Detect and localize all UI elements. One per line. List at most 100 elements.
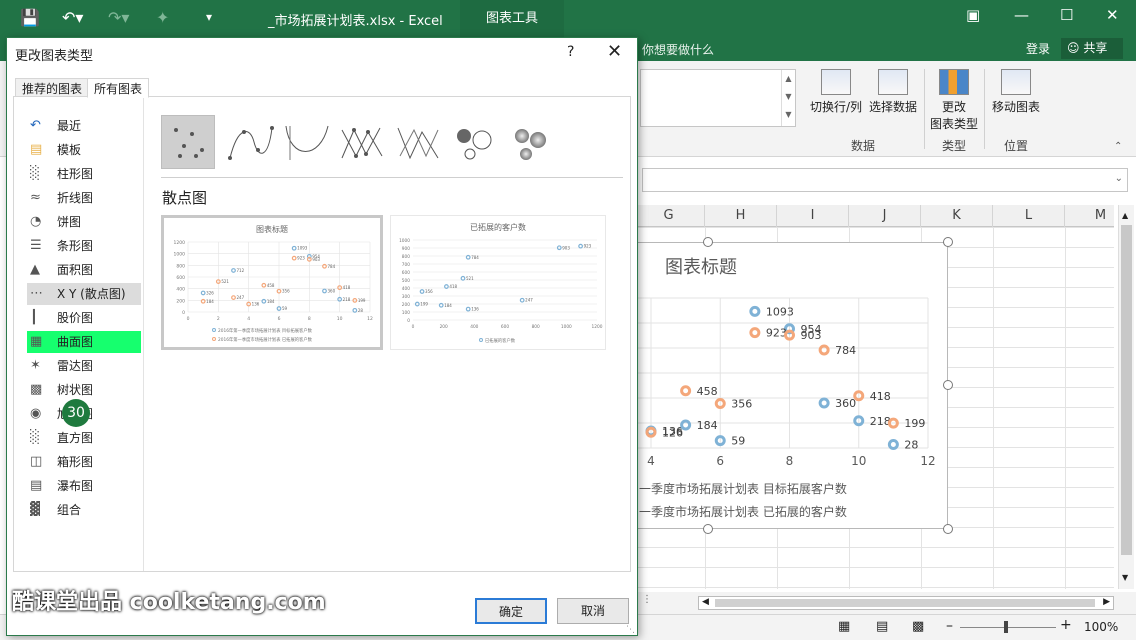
chart-tools-context-tab[interactable]: 图表工具 — [460, 0, 564, 37]
redo-icon[interactable]: ↷▾ — [108, 8, 129, 27]
subtype-scatter-straight[interactable] — [391, 115, 445, 169]
chart-preview-1[interactable]: 图表标题 0 200 400 600 800 1000 1200 0 2 4 6 8 10 12 326 712… — [161, 215, 383, 350]
subtype-scatter[interactable] — [161, 115, 215, 169]
page-layout-view-icon[interactable]: ▤ — [876, 619, 888, 634]
chart-type-label: 直方图 — [57, 431, 94, 445]
preview-2-title: 已拓展的客户数 — [470, 222, 526, 232]
area-chart-icon: ▲ — [30, 262, 40, 277]
zoom-slider-thumb[interactable] — [1004, 621, 1008, 633]
more-sheets-icon[interactable]: ⋮ — [642, 594, 652, 605]
chart-type-boxplot[interactable]: ◫ 箱形图 — [27, 451, 141, 473]
vertical-scrollbar[interactable]: ▲ ▼ — [1118, 205, 1134, 589]
close-window-icon[interactable]: ✕ — [1106, 6, 1119, 24]
chart-type-combo-chart[interactable]: ▓ 组合 — [27, 499, 141, 521]
chart-type-recent[interactable]: ↶ 最近 — [27, 115, 141, 137]
preview-1-point — [352, 307, 358, 313]
select-data-button[interactable]: 选择数据 — [866, 69, 920, 115]
switch-row-column-icon — [821, 69, 851, 95]
preview-1-xtick: 8 — [308, 316, 311, 322]
login-link[interactable]: 登录 — [1026, 40, 1050, 57]
scroll-up-icon[interactable]: ▲ — [1122, 211, 1128, 220]
chart-styles-gallery[interactable]: ▲ ▼ ▼ — [640, 69, 796, 127]
chart-type-stock-chart[interactable]: ┃ 股价图 — [27, 307, 141, 329]
chart-type-radar-chart[interactable]: ✶ 雷达图 — [27, 355, 141, 377]
chart-type-surface-chart[interactable]: ▦ 曲面图 — [27, 331, 141, 353]
cancel-button[interactable]: 取消 — [557, 598, 629, 624]
chart-type-area-chart[interactable]: ▲ 面积图 — [27, 259, 141, 281]
resize-grip-icon[interactable]: ⋱ — [626, 625, 635, 635]
ribbon-display-icon[interactable]: ▣ — [966, 6, 980, 24]
chart-xtick: 8 — [786, 454, 794, 468]
column-header-j[interactable]: J — [849, 205, 921, 227]
zoom-slider[interactable] — [960, 627, 1056, 628]
column-header-k[interactable]: K — [921, 205, 993, 227]
embedded-chart-svg: 图表标题4 6 8 10 12136 18459109395436021828126458… — [631, 257, 936, 519]
chart-type-treemap[interactable]: ▩ 树状图 — [27, 379, 141, 401]
scroll-left-icon[interactable]: ◀ — [702, 597, 709, 607]
chart-preview-2[interactable]: 已拓展的客户数 0 100 200 300 400 500 600 700 800 900 1000 0… — [390, 215, 606, 350]
help-button[interactable]: ? — [567, 44, 574, 60]
scroll-down-icon[interactable]: ▼ — [1122, 573, 1128, 582]
switch-row-column-button[interactable]: 切换行/列 — [806, 69, 866, 115]
chart-resize-handle[interactable] — [943, 380, 953, 390]
vertical-scroll-thumb[interactable] — [1121, 225, 1132, 555]
subtype-scatter-smooth[interactable] — [279, 115, 333, 169]
horizontal-scroll-thumb[interactable] — [715, 599, 1095, 607]
chart-type-line-chart[interactable]: ≈ 折线图 — [27, 187, 141, 209]
chart-type-pie-chart[interactable]: ◔ 饼图 — [27, 211, 141, 233]
expand-formula-icon[interactable]: ⌄ — [1115, 173, 1123, 184]
change-chart-type-button[interactable]: 更改 图表类型 — [928, 69, 980, 132]
close-icon[interactable]: ✕ — [607, 41, 622, 62]
zoom-in-icon[interactable]: + — [1060, 617, 1072, 633]
chart-type-column-chart[interactable]: ░ 柱形图 — [27, 163, 141, 185]
subtype-bubble[interactable] — [447, 115, 501, 169]
subtype-3d-bubble[interactable] — [503, 115, 557, 169]
preview-1-svg: 图表标题 0 200 400 600 800 1000 1200 0 2 4 6 8 10 12 326 712… — [174, 224, 373, 343]
save-icon[interactable]: 💾 — [20, 8, 40, 27]
tab-all-charts[interactable]: 所有图表 — [87, 78, 150, 98]
maximize-icon[interactable]: ☐ — [1060, 6, 1073, 24]
chart-type-bar-chart[interactable]: ☰ 条形图 — [27, 235, 141, 257]
column-header-l[interactable]: L — [993, 205, 1065, 227]
tell-me-box[interactable]: 你想要做什么 — [642, 41, 714, 58]
column-header-g[interactable]: G — [633, 205, 705, 227]
chart-type-waterfall[interactable]: ▤ 瀑布图 — [27, 475, 141, 497]
chart-resize-handle[interactable] — [703, 524, 713, 534]
share-button[interactable]: ☺ 共享 — [1061, 38, 1123, 59]
tab-recommended-charts[interactable]: 推荐的图表 — [15, 78, 90, 98]
minimize-icon[interactable]: — — [1014, 6, 1029, 24]
zoom-level[interactable]: 100% — [1084, 620, 1118, 634]
chart-legend-1: 一季度市场拓展计划表 目标拓展客户数 — [639, 481, 847, 496]
chart-type-scatter-chart[interactable]: ⋯ X Y (散点图) — [27, 283, 141, 305]
horizontal-scrollbar[interactable]: ◀ ▶ — [698, 596, 1114, 610]
preview-1-legend-2: 2016年第一季度市场拓展计划表 已拓展的客户数 — [218, 336, 313, 343]
preview-1-point — [231, 268, 236, 273]
column-header-h[interactable]: H — [705, 205, 777, 227]
horizontal-scroll-row: ⋮ ◀ ▶ — [636, 592, 1136, 614]
format-painter-icon[interactable]: ✦ — [156, 8, 169, 27]
group-location-label: 位置 — [1004, 139, 1029, 153]
preview-1-data-label: 136 — [252, 302, 260, 307]
ok-button[interactable]: 确定 — [475, 598, 547, 624]
scroll-right-icon[interactable]: ▶ — [1103, 597, 1110, 607]
collapse-ribbon-icon[interactable]: ⌃ — [1114, 141, 1122, 152]
zoom-out-icon[interactable]: – — [946, 618, 953, 634]
move-chart-button[interactable]: 移动图表 — [988, 69, 1044, 115]
page-break-view-icon[interactable]: ▩ — [912, 619, 924, 634]
formula-input[interactable]: ⌄ — [642, 168, 1128, 192]
chart-resize-handle[interactable] — [943, 237, 953, 247]
subtype-scatter-straight-markers[interactable] — [335, 115, 389, 169]
subtype-scatter-smooth-markers[interactable] — [223, 115, 277, 169]
chart-type-folder[interactable]: ▤ 模板 — [27, 139, 141, 161]
chart-resize-handle[interactable] — [703, 237, 713, 247]
embedded-chart[interactable]: 图表标题 4 6 8 10 12 136 184 59 1093 954 360 218 28 126 458… — [630, 242, 948, 529]
column-header-i[interactable]: I — [777, 205, 849, 227]
chart-type-histogram[interactable]: ░ 直方图 — [27, 427, 141, 449]
normal-view-icon[interactable]: ▦ — [838, 619, 850, 634]
person-icon: ☺ — [1067, 41, 1084, 55]
customize-qat-icon[interactable]: ▾ — [206, 10, 212, 24]
preview-1-ytick: 600 — [176, 275, 185, 281]
chart-resize-handle[interactable] — [943, 524, 953, 534]
gallery-scroll[interactable]: ▲ ▼ ▼ — [781, 70, 795, 126]
undo-icon[interactable]: ↶▾ — [62, 8, 83, 27]
